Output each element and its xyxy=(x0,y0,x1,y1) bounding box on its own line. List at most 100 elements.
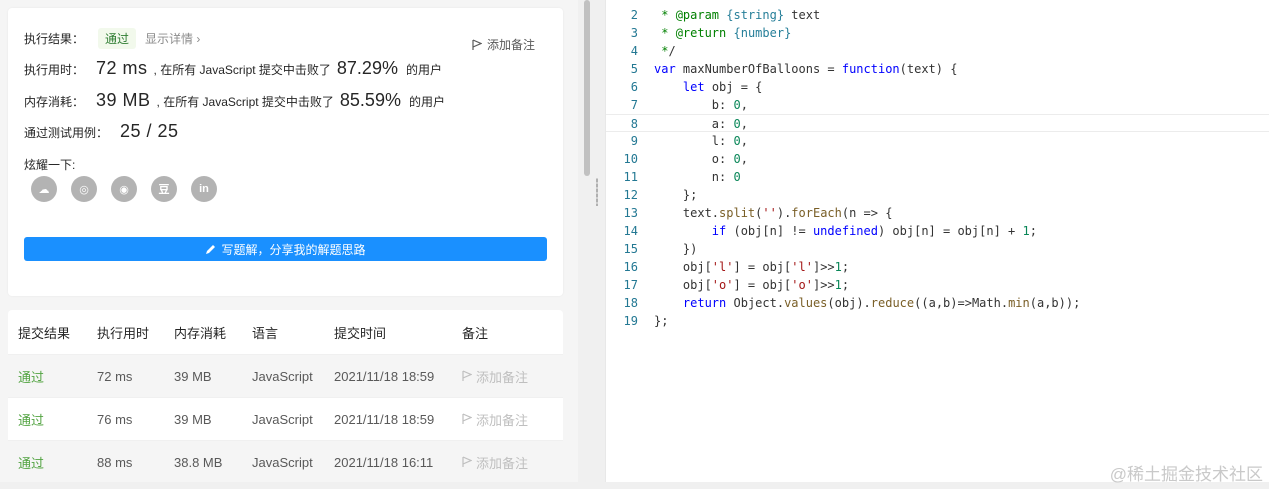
wechat-icon[interactable]: ☁ xyxy=(31,176,57,202)
row-time: 2021/11/18 18:59 xyxy=(334,411,435,427)
line-number: 8 xyxy=(630,117,638,131)
add-note-label: 添加备注 xyxy=(486,38,535,52)
line-text[interactable]: * @param {string} text xyxy=(638,6,820,24)
line-number: 12 xyxy=(623,188,638,202)
line-text[interactable]: return Object.values(obj).reduce((a,b)=>… xyxy=(638,294,1080,312)
header-time: 提交时间 xyxy=(334,325,387,341)
code-line[interactable]: 6 let obj = { xyxy=(606,78,1269,96)
row-memory: 39 MB xyxy=(174,411,212,427)
row-status[interactable]: 通过 xyxy=(8,410,87,429)
code-line[interactable]: 16 obj['l'] = obj['l']>>1; xyxy=(606,258,1269,276)
line-text[interactable]: }; xyxy=(638,186,697,204)
bottom-bar xyxy=(0,482,1269,489)
code-line[interactable]: 2 * @param {string} text xyxy=(606,6,1269,24)
line-number: 10 xyxy=(623,152,638,166)
weibo-icon[interactable]: ◎ xyxy=(71,176,97,202)
row-language: JavaScript xyxy=(252,368,313,384)
line-text[interactable]: n: 0 xyxy=(638,168,741,186)
header-runtime: 执行用时 xyxy=(97,325,150,341)
line-text[interactable]: text.split('').forEach(n => { xyxy=(638,204,893,222)
line-number: 6 xyxy=(630,80,638,94)
code-line[interactable]: 17 obj['o'] = obj['o']>>1; xyxy=(606,276,1269,294)
result-card: 执行结果： 通过 显示详情 › 添加备注 执行用时： 72 ms , 在所有 J… xyxy=(8,8,563,296)
line-text[interactable]: let obj = { xyxy=(638,78,762,96)
line-number: 4 xyxy=(630,44,638,58)
line-text[interactable]: l: 0, xyxy=(638,132,748,150)
row-status[interactable]: 通过 xyxy=(8,367,87,386)
line-number: 11 xyxy=(623,170,638,184)
row-runtime: 76 ms xyxy=(97,411,133,427)
row-note-label: 添加备注 xyxy=(476,412,529,428)
header-note: 备注 xyxy=(462,325,489,341)
row-status[interactable]: 通过 xyxy=(8,453,87,472)
memory-row: 内存消耗： 39 MB , 在所有 JavaScript 提交中击败了 85.5… xyxy=(24,90,445,111)
code-line[interactable]: 9 l: 0, xyxy=(606,132,1269,150)
line-text[interactable]: obj['o'] = obj['o']>>1; xyxy=(638,276,849,294)
row-add-note[interactable]: 添加备注 xyxy=(452,367,563,386)
left-scrollbar[interactable] xyxy=(584,0,590,176)
line-number: 16 xyxy=(623,260,638,274)
code-editor[interactable]: 2 * @param {string} text 3 * @return {num… xyxy=(605,0,1269,489)
row-language: JavaScript xyxy=(252,411,313,427)
table-row[interactable]: 通过 88 ms 38.8 MB JavaScript 2021/11/18 1… xyxy=(8,440,563,483)
row-memory: 39 MB xyxy=(174,368,212,384)
line-text[interactable]: var maxNumberOfBalloons = function(text)… xyxy=(638,60,957,78)
left-panel: 执行结果： 通过 显示详情 › 添加备注 执行用时： 72 ms , 在所有 J… xyxy=(0,0,578,489)
qq-icon[interactable]: ◉ xyxy=(111,176,137,202)
code-line[interactable]: 4 */ xyxy=(606,42,1269,60)
flag-icon xyxy=(462,456,472,467)
pencil-icon xyxy=(206,244,216,254)
write-solution-button[interactable]: 写题解，分享我的解题思路 xyxy=(24,237,547,261)
code-line[interactable]: 7 b: 0, xyxy=(606,96,1269,114)
line-text[interactable]: if (obj[n] != undefined) obj[n] = obj[n]… xyxy=(638,222,1037,240)
write-solution-label: 写题解，分享我的解题思路 xyxy=(221,242,366,257)
show-details-link[interactable]: 显示详情 › xyxy=(145,30,200,47)
row-time: 2021/11/18 16:11 xyxy=(334,454,434,470)
table-row[interactable]: 通过 72 ms 39 MB JavaScript 2021/11/18 18:… xyxy=(8,354,563,397)
line-text[interactable]: }) xyxy=(638,240,697,258)
linkedin-icon[interactable]: in xyxy=(191,176,217,202)
code-line[interactable]: 10 o: 0, xyxy=(606,150,1269,168)
line-text[interactable]: */ xyxy=(638,42,675,60)
row-runtime: 72 ms xyxy=(97,368,133,384)
tests-row: 通过测试用例： 25 / 25 xyxy=(24,121,179,142)
status-badge: 通过 xyxy=(98,28,137,49)
tests-label: 通过测试用例： xyxy=(24,126,109,140)
row-add-note[interactable]: 添加备注 xyxy=(452,410,563,429)
code-line[interactable]: 18 return Object.values(obj).reduce((a,b… xyxy=(606,294,1269,312)
drag-handle-icon[interactable] xyxy=(596,178,598,206)
line-text[interactable]: o: 0, xyxy=(638,150,748,168)
row-add-note[interactable]: 添加备注 xyxy=(452,453,563,472)
line-text[interactable]: b: 0, xyxy=(638,96,748,114)
line-text[interactable]: a: 0, xyxy=(638,115,748,131)
code-lines[interactable]: 2 * @param {string} text 3 * @return {num… xyxy=(606,6,1269,330)
row-memory: 38.8 MB xyxy=(174,454,223,470)
runtime-description: , 在所有 JavaScript 提交中击败了 xyxy=(153,63,331,77)
memory-value: 39 MB xyxy=(96,90,151,110)
code-line[interactable]: 19}; xyxy=(606,312,1269,330)
line-number: 17 xyxy=(623,278,638,292)
code-line[interactable]: 5 var maxNumberOfBalloons = function(text… xyxy=(606,60,1269,78)
line-number: 18 xyxy=(623,296,638,310)
code-line[interactable]: 13 text.split('').forEach(n => { xyxy=(606,204,1269,222)
code-line[interactable]: 8 a: 0, xyxy=(606,114,1269,132)
line-text[interactable]: }; xyxy=(638,312,668,330)
douban-icon[interactable]: 豆 xyxy=(151,176,177,202)
add-note-button[interactable]: 添加备注 xyxy=(472,36,535,53)
code-line[interactable]: 11 n: 0 xyxy=(606,168,1269,186)
row-note-label: 添加备注 xyxy=(476,455,529,471)
line-number: 15 xyxy=(623,242,638,256)
line-text[interactable]: * @return {number} xyxy=(638,24,791,42)
code-line[interactable]: 14 if (obj[n] != undefined) obj[n] = obj… xyxy=(606,222,1269,240)
code-line[interactable]: 15 }) xyxy=(606,240,1269,258)
tests-value: 25 / 25 xyxy=(120,121,179,141)
runtime-row: 执行用时： 72 ms , 在所有 JavaScript 提交中击败了 87.2… xyxy=(24,58,442,79)
panel-splitter[interactable] xyxy=(578,0,605,489)
runtime-value: 72 ms xyxy=(96,58,148,78)
code-line[interactable]: 12 }; xyxy=(606,186,1269,204)
table-row[interactable]: 通过 76 ms 39 MB JavaScript 2021/11/18 18:… xyxy=(8,397,563,440)
code-line[interactable]: 3 * @return {number} xyxy=(606,24,1269,42)
runtime-percentile: 87.29% xyxy=(336,58,398,78)
line-text[interactable]: obj['l'] = obj['l']>>1; xyxy=(638,258,849,276)
row-note-label: 添加备注 xyxy=(476,369,529,385)
